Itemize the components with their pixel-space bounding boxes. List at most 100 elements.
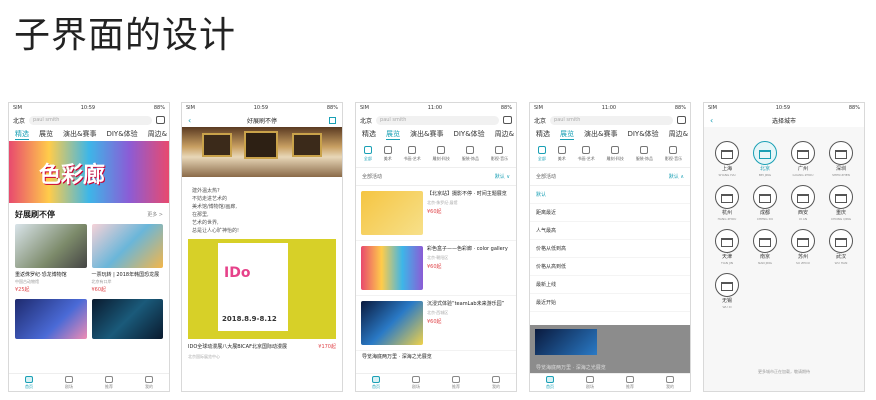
- city-option[interactable]: 广州 GUANG ZHOU: [791, 141, 815, 177]
- message-icon[interactable]: [677, 116, 686, 124]
- exhibit-card[interactable]: [91, 299, 163, 339]
- city-option[interactable]: 南京 NAN JING: [753, 229, 777, 265]
- city-option[interactable]: 苏州 SU ZHOU: [791, 229, 815, 265]
- subcat-tech[interactable]: 雕刻·科技: [433, 146, 450, 162]
- nav-recommend[interactable]: 推荐: [452, 375, 460, 390]
- message-icon[interactable]: [503, 116, 512, 124]
- tab-shows[interactable]: 演出&赛事: [584, 129, 617, 139]
- hero-banner[interactable]: 色彩廊: [9, 141, 169, 203]
- screen-home: SIM 10:59 88% 北京 paul smith 精选 展览 演出&赛事 DI…: [8, 102, 170, 392]
- tab-shows[interactable]: 演出&赛事: [63, 129, 96, 139]
- subcat-painting[interactable]: 书画·艺术: [404, 146, 421, 162]
- nav-theatre[interactable]: 剧场: [65, 375, 73, 390]
- theatre-icon: [586, 375, 594, 383]
- exhibit-card[interactable]: 重返侏罗纪·恐龙博物馆 中国古动物馆 ¥25起: [15, 224, 87, 293]
- nav-home[interactable]: 首页: [25, 375, 33, 390]
- city-option[interactable]: 西安 XI AN: [791, 185, 815, 221]
- city-selector[interactable]: 北京: [360, 116, 372, 125]
- tab-nearby[interactable]: 周边&: [669, 129, 688, 139]
- sort-dropdown[interactable]: 默认 ∨: [495, 173, 510, 180]
- subcat-fashion[interactable]: 服装·饰品: [636, 146, 653, 162]
- dim-overlay[interactable]: 导览海底两万里 · 深海之光展览: [530, 325, 690, 373]
- subcat-art[interactable]: 美术: [383, 146, 392, 162]
- share-icon[interactable]: [329, 116, 336, 124]
- footer-note: 更多城市正在加载，敬请期待: [758, 369, 810, 374]
- nav-theatre[interactable]: 剧场: [412, 375, 420, 390]
- subcat-painting[interactable]: 书画·艺术: [578, 146, 595, 162]
- nav-recommend[interactable]: 推荐: [105, 375, 113, 390]
- city-selector[interactable]: 北京: [534, 116, 546, 125]
- tab-featured[interactable]: 精选: [362, 129, 376, 139]
- tab-exhibition[interactable]: 展览: [560, 129, 574, 140]
- nav-me[interactable]: 我的: [666, 375, 674, 390]
- sort-option[interactable]: 距离最近: [530, 204, 690, 222]
- tab-nearby[interactable]: 周边&: [495, 129, 514, 139]
- tab-diy[interactable]: DIY&体验: [106, 129, 137, 139]
- section-header: 好展刷不停 更多 >: [15, 210, 163, 219]
- back-icon[interactable]: ‹: [710, 116, 713, 125]
- city-option[interactable]: 天津 TIAN JIN: [715, 229, 739, 265]
- search-input[interactable]: paul smith: [29, 115, 152, 125]
- city-option[interactable]: 无锡 WU XI: [715, 273, 739, 309]
- sort-option[interactable]: 价格从低到高: [530, 240, 690, 258]
- nav-me[interactable]: 我的: [145, 375, 153, 390]
- message-icon[interactable]: [156, 116, 165, 124]
- list-item[interactable]: 导览海底两万里 · 深海之光展览: [356, 351, 516, 362]
- search-input[interactable]: paul smith: [550, 115, 673, 125]
- nav-me[interactable]: 我的: [492, 375, 500, 390]
- event-poster[interactable]: IDo 2018.8.9-8.12: [188, 239, 336, 339]
- landmark-icon: [753, 141, 777, 165]
- tab-diy[interactable]: DIY&体验: [627, 129, 658, 139]
- tab-exhibition[interactable]: 展览: [39, 129, 53, 139]
- sort-option[interactable]: 人气最高: [530, 222, 690, 240]
- subcat-film[interactable]: 影视·音乐: [665, 146, 682, 162]
- status-bar: SIM 11:00 88%: [534, 105, 686, 111]
- bell-icon: [452, 375, 460, 383]
- tab-diy[interactable]: DIY&体验: [453, 129, 484, 139]
- list-item[interactable]: 【北京站】摄影不停 · 时间主题展览 北京·侏罗纪·展馆 ¥60起: [356, 186, 516, 241]
- dinosaur-image: [15, 224, 87, 268]
- city-option-selected[interactable]: 北京 BEI JING: [753, 141, 777, 177]
- list-item[interactable]: 沉浸式体验“teamLab未来游乐园” 北京·西城区 ¥60起: [356, 296, 516, 351]
- city-option[interactable]: 上海 SHANG HAI: [715, 141, 739, 177]
- list-item[interactable]: 彩色盒子——色彩廊 · color gallery 北京·朝阳区 ¥60起: [356, 241, 516, 296]
- tab-exhibition[interactable]: 展览: [386, 129, 400, 140]
- tab-nearby[interactable]: 周边&: [148, 129, 167, 139]
- subcat-all[interactable]: 全部: [363, 146, 372, 162]
- sort-dropdown[interactable]: 默认 ∧: [669, 173, 684, 180]
- sort-option[interactable]: 默认: [530, 186, 690, 204]
- thumbnail: [535, 329, 597, 355]
- city-selector[interactable]: 北京: [13, 116, 25, 125]
- city-option[interactable]: 成都 CHENG DU: [753, 185, 777, 221]
- search-row: 北京 paul smith: [356, 113, 516, 127]
- sort-option[interactable]: 价格从高到低: [530, 258, 690, 276]
- user-icon: [666, 375, 674, 383]
- event-venue: 北京国际展览中心: [188, 354, 220, 359]
- subcat-film[interactable]: 影视·音乐: [491, 146, 508, 162]
- nav-home[interactable]: 首页: [372, 375, 380, 390]
- subcat-all[interactable]: 全部: [537, 146, 546, 162]
- city-option[interactable]: 重庆 CHONG QING: [829, 185, 853, 221]
- nav-home[interactable]: 首页: [546, 375, 554, 390]
- subcat-fashion[interactable]: 服装·饰品: [462, 146, 479, 162]
- sort-option[interactable]: 最近开始: [530, 294, 690, 312]
- city-option[interactable]: 深圳 SHEN ZHEN: [829, 141, 853, 177]
- tab-featured[interactable]: 精选: [15, 129, 29, 140]
- nav-theatre[interactable]: 剧场: [586, 375, 594, 390]
- exhibit-card[interactable]: [15, 299, 87, 339]
- subcat-tech[interactable]: 雕刻·科技: [607, 146, 624, 162]
- film-icon: [495, 146, 504, 154]
- tab-featured[interactable]: 精选: [536, 129, 550, 139]
- search-input[interactable]: paul smith: [376, 115, 499, 125]
- exhibit-card[interactable]: 一票玩转 | 2018年韩国恐龙展 北京有口岸 ¥60起: [91, 224, 163, 293]
- subcat-art[interactable]: 美术: [557, 146, 566, 162]
- sort-option[interactable]: 最新上线: [530, 276, 690, 294]
- more-link[interactable]: 更多 >: [147, 211, 163, 218]
- landmark-icon: [829, 141, 853, 165]
- city-option[interactable]: 杭州 HANG ZHOU: [715, 185, 739, 221]
- nav-recommend[interactable]: 推荐: [626, 375, 634, 390]
- tab-shows[interactable]: 演出&赛事: [410, 129, 443, 139]
- shirt-icon: [640, 146, 649, 154]
- city-option[interactable]: 武汉 WU HAN: [829, 229, 853, 265]
- back-icon[interactable]: ‹: [188, 116, 191, 125]
